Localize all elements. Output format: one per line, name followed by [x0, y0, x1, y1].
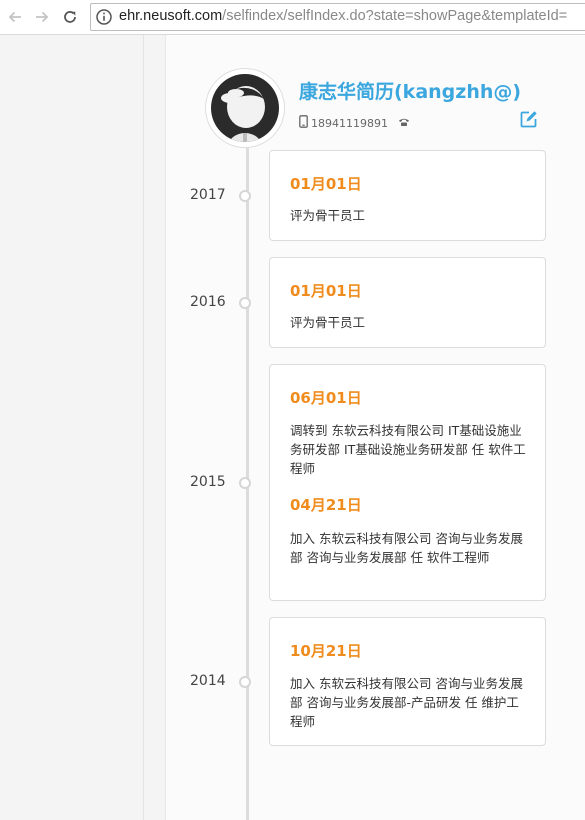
timeline-year: 2014 — [190, 673, 226, 689]
timeline-dot — [239, 477, 251, 489]
edit-icon[interactable] — [519, 110, 538, 129]
timeline-year: 2016 — [190, 294, 226, 310]
avatar — [205, 68, 285, 148]
back-button[interactable] — [4, 6, 26, 28]
arrow-right-icon — [36, 11, 49, 23]
address-bar[interactable]: ehr.neusoft.com/selfindex/selfIndex.do?s… — [90, 3, 585, 31]
timeline-dot — [239, 676, 251, 688]
url-host: ehr.neusoft.com — [119, 8, 223, 24]
mobile-number: 18941119891 — [311, 116, 388, 130]
profile-name: 康志华简历(kangzhh@) — [299, 81, 522, 103]
address-url: ehr.neusoft.com/selfindex/selfIndex.do?s… — [119, 8, 567, 24]
event-date: 01月01日 — [290, 282, 362, 300]
event-description: 评为骨干员工 — [290, 208, 366, 223]
event-date: 10月21日 — [290, 642, 362, 660]
default-avatar-icon — [211, 74, 279, 142]
event-description: 调转到 东软云科技有限公司 IT基础设施业务研发部 IT基础设施业务研发部 任 … — [290, 423, 526, 476]
event-description: 加入 东软云科技有限公司 咨询与业务发展部 咨询与业务发展部-产品研发 任 维护… — [290, 676, 523, 729]
forward-button[interactable] — [31, 6, 53, 28]
info-icon[interactable] — [95, 8, 113, 26]
event-date: 04月21日 — [290, 496, 362, 514]
page-viewport: 康志华简历(kangzhh@) 18941119891 2017 01月01日 … — [0, 35, 585, 820]
reload-icon — [64, 11, 76, 23]
timeline-year: 2015 — [190, 474, 226, 490]
arrow-left-icon — [8, 11, 21, 23]
timeline-card: 06月01日 调转到 东软云科技有限公司 IT基础设施业务研发部 IT基础设施业… — [269, 364, 546, 601]
timeline-dot — [239, 190, 251, 202]
telephone-icon — [398, 117, 410, 130]
reload-button[interactable] — [59, 6, 81, 28]
browser-toolbar: ehr.neusoft.com/selfindex/selfIndex.do?s… — [0, 0, 585, 35]
event-description: 评为骨干员工 — [290, 315, 366, 330]
event-date: 01月01日 — [290, 175, 362, 193]
timeline-card: 01月01日 评为骨干员工 — [269, 257, 546, 348]
sidebar-divider — [143, 35, 144, 820]
timeline-dot — [239, 297, 251, 309]
timeline-card: 10月21日 加入 东软云科技有限公司 咨询与业务发展部 咨询与业务发展部-产品… — [269, 617, 546, 746]
contact-row: 18941119891 — [299, 115, 413, 131]
url-path: /selfindex/selfIndex.do?state=showPage&t… — [222, 8, 568, 24]
mobile-phone-icon — [299, 115, 308, 131]
event-date: 06月01日 — [290, 389, 362, 407]
timeline-card: 01月01日 评为骨干员工 — [269, 150, 546, 241]
event-description: 加入 东软云科技有限公司 咨询与业务发展部 咨询与业务发展部 任 软件工程师 — [290, 531, 523, 565]
timeline-year: 2017 — [190, 187, 226, 203]
